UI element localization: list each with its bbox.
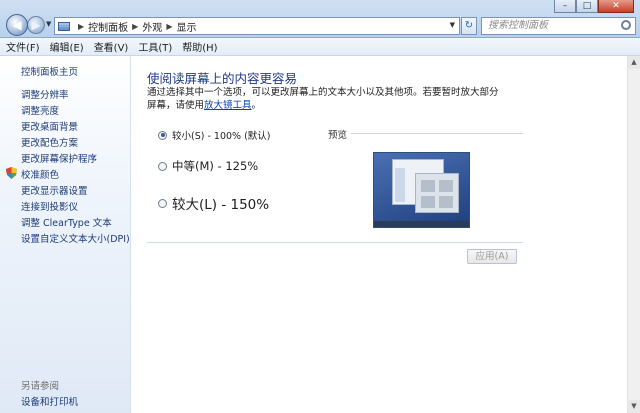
- breadcrumb-control-panel[interactable]: 控制面板: [88, 19, 128, 34]
- title-bar: – □ ✕ ◀ ▶ ▼ ▶ 控制面板 ▶ 外观 ▶ 显示 ▼ ↻ 搜索控制面板: [0, 0, 640, 38]
- sidebar-item-custom-dpi[interactable]: 设置自定义文本大小(DPI): [21, 231, 130, 245]
- menu-help[interactable]: 帮助(H): [182, 39, 217, 54]
- breadcrumb-appearance[interactable]: 外观: [142, 19, 162, 34]
- sidebar-item-adjust-resolution[interactable]: 调整分辨率: [21, 87, 69, 101]
- see-also-heading: 另请参阅: [21, 381, 60, 392]
- search-icon[interactable]: [621, 20, 631, 30]
- close-button[interactable]: ✕: [598, 0, 634, 13]
- content-divider: [147, 242, 523, 243]
- page-description: 通过选择其中一个选项，可以更改屏幕上的文本大小以及其他项。若要暂时放大部分屏幕，…: [147, 86, 507, 112]
- scroll-down-icon[interactable]: ▼: [628, 400, 640, 413]
- option-medium-label: 中等(M) - 125%: [172, 159, 259, 173]
- scroll-up-icon[interactable]: ▲: [628, 56, 640, 69]
- sidebar: 控制面板主页 调整分辨率 调整亮度 更改桌面背景 更改配色方案 更改屏幕保护程序…: [0, 56, 131, 413]
- sidebar-item-calibrate-color[interactable]: 校准颜色: [21, 167, 59, 181]
- forward-button[interactable]: ▶: [27, 16, 45, 34]
- search-input[interactable]: 搜索控制面板: [481, 17, 636, 35]
- menu-file[interactable]: 文件(F): [6, 39, 40, 54]
- option-medium[interactable]: 中等(M) - 125%: [158, 158, 258, 174]
- sidebar-item-color-scheme[interactable]: 更改配色方案: [21, 135, 78, 149]
- maximize-button[interactable]: □: [576, 0, 598, 13]
- back-button[interactable]: ◀: [6, 14, 28, 36]
- menu-tools[interactable]: 工具(T): [138, 39, 172, 54]
- sidebar-item-screen-saver[interactable]: 更改屏幕保护程序: [21, 151, 97, 165]
- shield-icon: [6, 167, 17, 179]
- sidebar-item-adjust-brightness[interactable]: 调整亮度: [21, 103, 59, 117]
- preview-tile: [439, 196, 453, 208]
- sidebar-item-control-panel-home[interactable]: 控制面板主页: [21, 64, 78, 78]
- preview-window-front: [415, 173, 459, 213]
- preview-sidebar: [395, 168, 405, 202]
- option-large-label: 较大(L) - 150%: [172, 197, 270, 213]
- refresh-button[interactable]: ↻: [461, 17, 477, 35]
- preview-tile: [439, 180, 453, 192]
- scrollbar[interactable]: ▲ ▼: [627, 56, 640, 413]
- minimize-button[interactable]: –: [554, 0, 576, 13]
- sidebar-item-devices-printers[interactable]: 设备和打印机: [21, 394, 78, 408]
- preview-taskbar: [374, 221, 469, 227]
- option-small[interactable]: 较小(S) - 100% (默认): [158, 128, 271, 142]
- description-text: 通过选择其中一个选项，可以更改屏幕上的文本大小以及其他项。若要暂时放大部分屏幕，…: [147, 87, 499, 111]
- sidebar-item-connect-projector[interactable]: 连接到投影仪: [21, 199, 78, 213]
- preview-divider: [351, 133, 523, 134]
- sidebar-item-cleartype[interactable]: 调整 ClearType 文本: [21, 215, 112, 229]
- address-bar[interactable]: ▶ 控制面板 ▶ 外观 ▶ 显示 ▼: [54, 17, 460, 35]
- radio-medium[interactable]: [158, 161, 167, 171]
- radio-small[interactable]: [158, 130, 167, 140]
- control-panel-icon: [58, 21, 70, 31]
- magnifier-link[interactable]: 放大镜工具: [204, 100, 252, 111]
- preview-tile: [421, 196, 435, 208]
- chevron-right-icon[interactable]: ▶: [132, 22, 138, 31]
- preview-image: [373, 152, 470, 228]
- address-dropdown-icon[interactable]: ▼: [450, 21, 455, 29]
- recent-pages-dropdown-icon[interactable]: ▼: [46, 20, 51, 28]
- preview-label: 预览: [328, 130, 348, 141]
- main-content: 使阅读屏幕上的内容更容易 通过选择其中一个选项，可以更改屏幕上的文本大小以及其他…: [131, 56, 627, 413]
- sidebar-item-desktop-background[interactable]: 更改桌面背景: [21, 119, 78, 133]
- preview-tile: [421, 180, 435, 192]
- apply-button[interactable]: 应用(A): [467, 249, 517, 264]
- description-end: 。: [251, 100, 262, 111]
- option-large[interactable]: 较大(L) - 150%: [158, 193, 269, 213]
- sidebar-item-display-settings[interactable]: 更改显示器设置: [21, 183, 88, 197]
- breadcrumb-display[interactable]: 显示: [176, 19, 196, 34]
- chevron-right-icon[interactable]: ▶: [78, 22, 84, 31]
- chevron-right-icon[interactable]: ▶: [166, 22, 172, 31]
- menu-view[interactable]: 查看(V): [94, 39, 129, 54]
- menu-edit[interactable]: 编辑(E): [50, 39, 84, 54]
- window-controls: – □ ✕: [554, 0, 634, 14]
- radio-large[interactable]: [158, 198, 167, 208]
- option-small-label: 较小(S) - 100% (默认): [172, 131, 271, 142]
- menu-bar: 文件(F) 编辑(E) 查看(V) 工具(T) 帮助(H): [0, 38, 640, 56]
- search-placeholder: 搜索控制面板: [488, 20, 548, 31]
- page-title: 使阅读屏幕上的内容更容易: [147, 71, 298, 86]
